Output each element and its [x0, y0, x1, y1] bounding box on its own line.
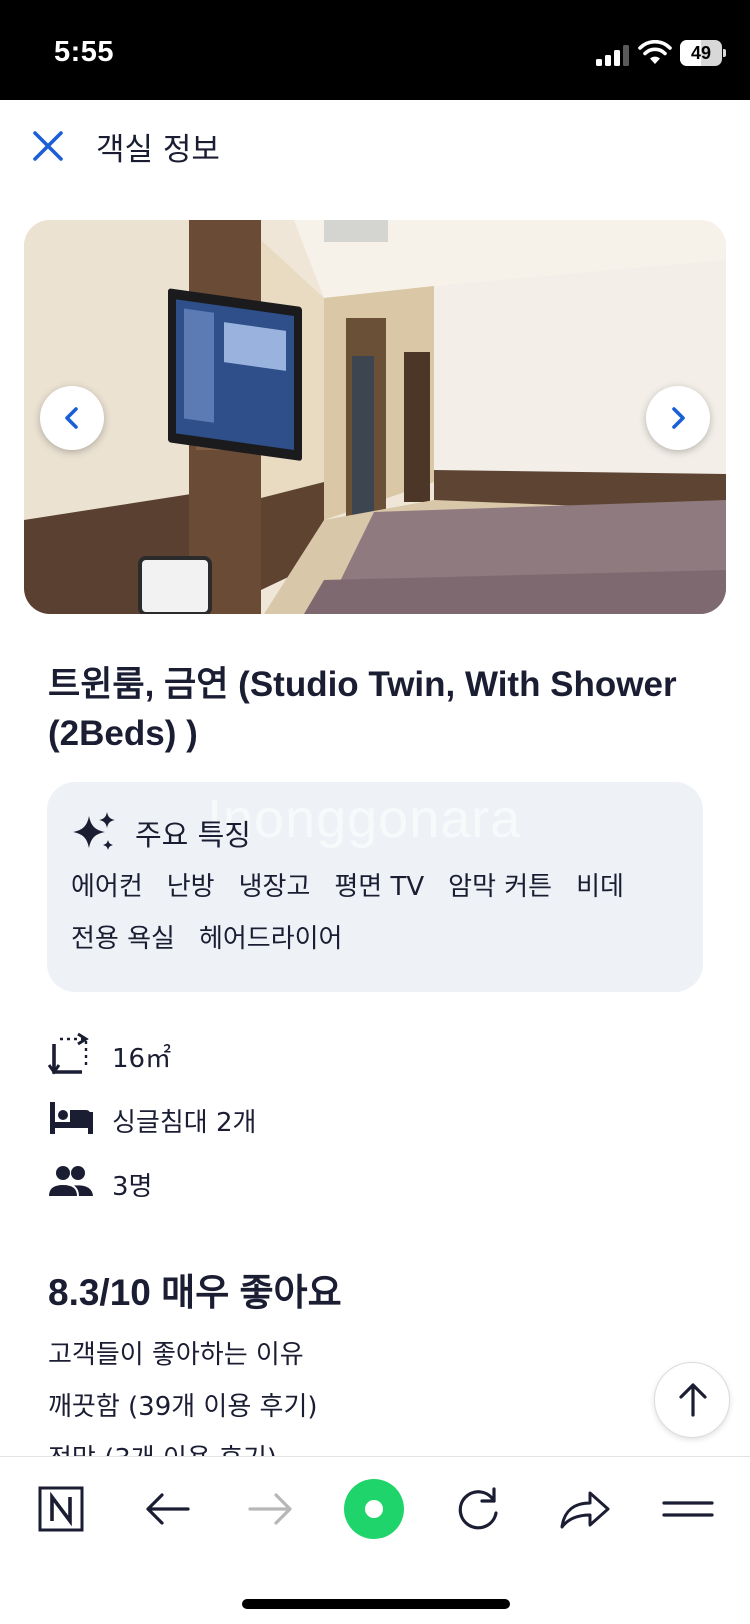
feature-item: 난방 [166, 872, 215, 902]
watermark: Inonggonara [207, 789, 522, 849]
naver-n-icon[interactable] [32, 1479, 92, 1539]
home-indicator [242, 1599, 510, 1609]
battery-percent: 49 [690, 43, 712, 63]
previous-photo-button[interactable] [40, 386, 104, 450]
feature-item: 헤어드라이어 [198, 924, 343, 954]
room-photo-gallery[interactable] [24, 220, 726, 614]
status-bar: 5:55 49 [0, 0, 750, 100]
refresh-icon[interactable] [448, 1479, 508, 1539]
feature-list: 에어컨 난방 냉장고 평면 TV 암막 커튼 비데 전용 욕실 헤어드라이어 [71, 870, 691, 956]
battery-indicator: 49 [680, 40, 726, 66]
feature-item: 에어컨 [71, 872, 143, 902]
room-title: 트윈룸, 금연 (Studio Twin, With Shower (2Beds… [48, 665, 677, 753]
chevron-left-icon [65, 407, 78, 429]
scroll-to-top-button[interactable] [654, 1362, 730, 1438]
wifi-icon [638, 40, 672, 64]
cellular-signal-icon [596, 45, 629, 66]
room-size: 16㎡ [112, 1044, 172, 1074]
occupancy: 3명 [112, 1172, 153, 1202]
room-size-row: 16㎡ [48, 1032, 448, 1076]
forward-arrow-icon[interactable] [240, 1479, 300, 1539]
feature-item: 냉장고 [238, 872, 311, 902]
occupancy-row: 3명 [48, 1160, 448, 1204]
close-icon[interactable] [30, 128, 66, 164]
bed-type: 싱글침대 2개 [112, 1108, 257, 1138]
arrow-up-icon [679, 1383, 707, 1417]
feature-item: 평면 TV [334, 872, 425, 902]
room-size-icon [48, 1032, 89, 1075]
green-dot-icon[interactable] [342, 1477, 406, 1541]
feature-item: 전용 욕실 [71, 924, 175, 954]
header: 객실 정보 [0, 100, 750, 190]
room-photo [24, 220, 726, 614]
review-item: 깨끗함 (39개 이용 후기) [48, 1392, 318, 1422]
bed-icon [50, 1102, 93, 1134]
people-icon [49, 1166, 93, 1196]
next-photo-button[interactable] [646, 386, 710, 450]
key-features-card: Inonggonara 주요 특징 에어컨 난방 냉장고 평면 TV 암막 커튼… [47, 782, 703, 992]
share-icon[interactable] [554, 1479, 614, 1539]
page-title: 객실 정보 [96, 132, 220, 168]
feature-item: 암막 커튼 [448, 872, 553, 902]
sparkle-icon [73, 812, 115, 850]
browser-toolbar [0, 1456, 750, 1624]
feature-item: 비데 [576, 872, 624, 902]
menu-icon[interactable] [658, 1479, 718, 1539]
chevron-right-icon [672, 407, 685, 429]
features-heading: 주요 특징 [135, 818, 251, 852]
reasons-heading: 고객들이 좋아하는 이유 [48, 1340, 304, 1370]
bed-type-row: 싱글침대 2개 [48, 1096, 448, 1140]
status-time: 5:55 [54, 36, 115, 68]
back-arrow-icon[interactable] [138, 1479, 198, 1539]
review-rating: 8.3/10 매우 좋아요 [48, 1272, 342, 1313]
